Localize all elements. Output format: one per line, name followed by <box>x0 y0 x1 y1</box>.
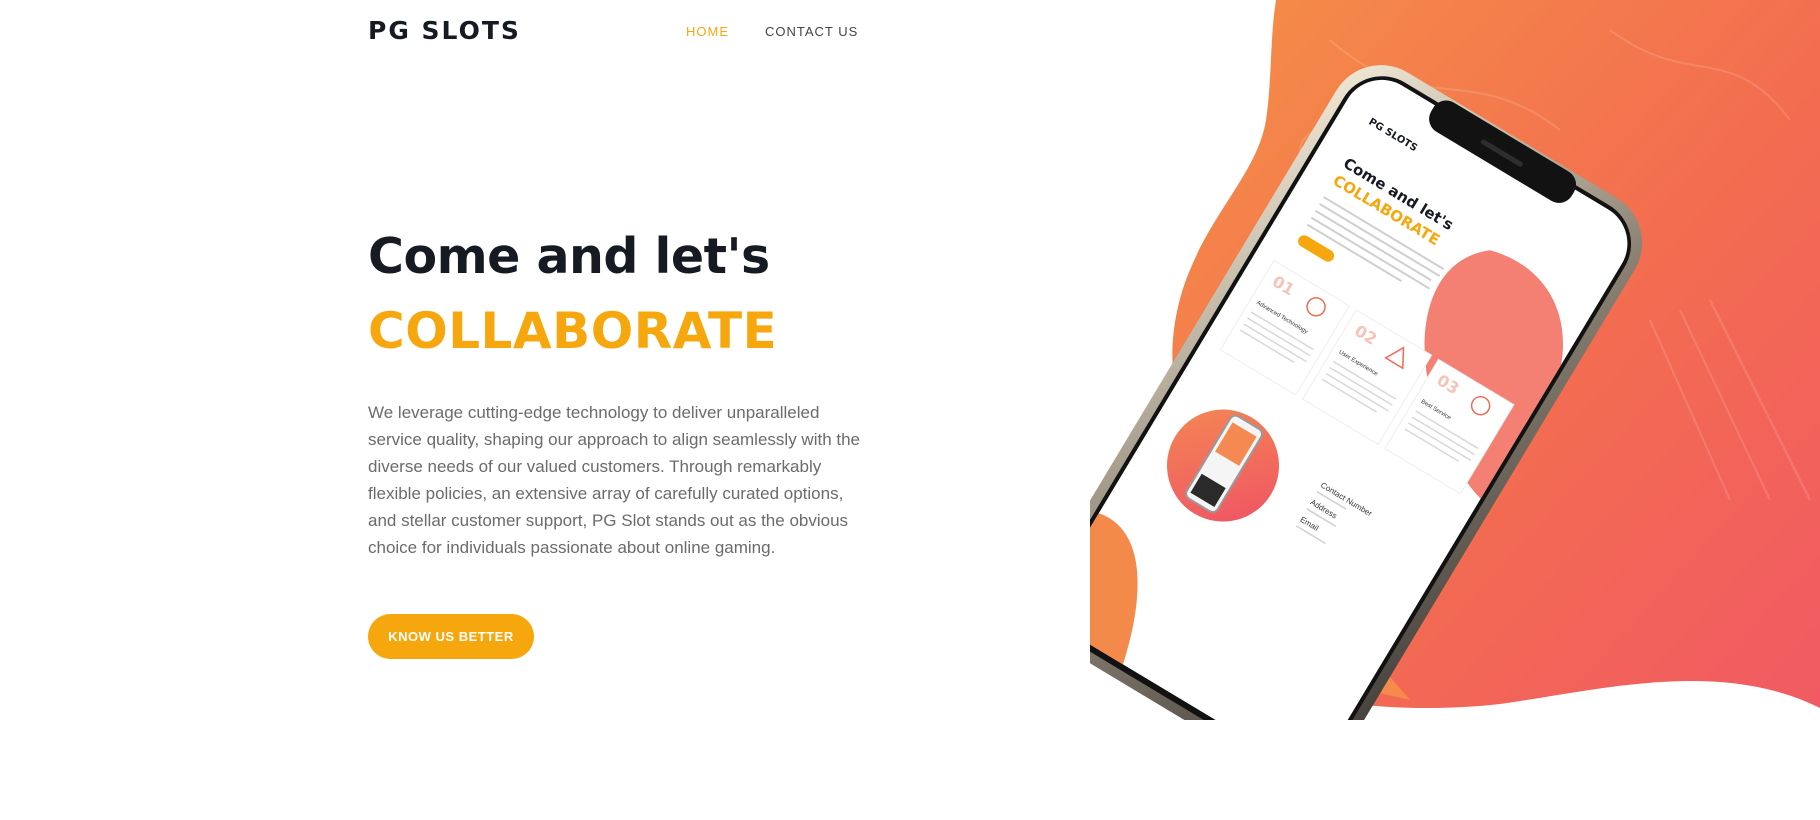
hero-illustration: PG SLOTS Come and let's COLLABORATE 01 A <box>1090 0 1820 720</box>
main-nav: HOME CONTACT US <box>686 24 858 39</box>
hero-description: We leverage cutting-edge technology to d… <box>368 403 861 557</box>
hero-title: Come and let's <box>368 228 770 285</box>
know-us-better-button[interactable]: KNOW US BETTER <box>368 614 534 659</box>
nav-link-contact[interactable]: CONTACT US <box>765 24 858 39</box>
nav-link-home[interactable]: HOME <box>686 24 729 39</box>
hero-highlight: COLLABORATE <box>368 302 778 360</box>
site-logo[interactable]: PG SLOTS <box>368 16 521 45</box>
